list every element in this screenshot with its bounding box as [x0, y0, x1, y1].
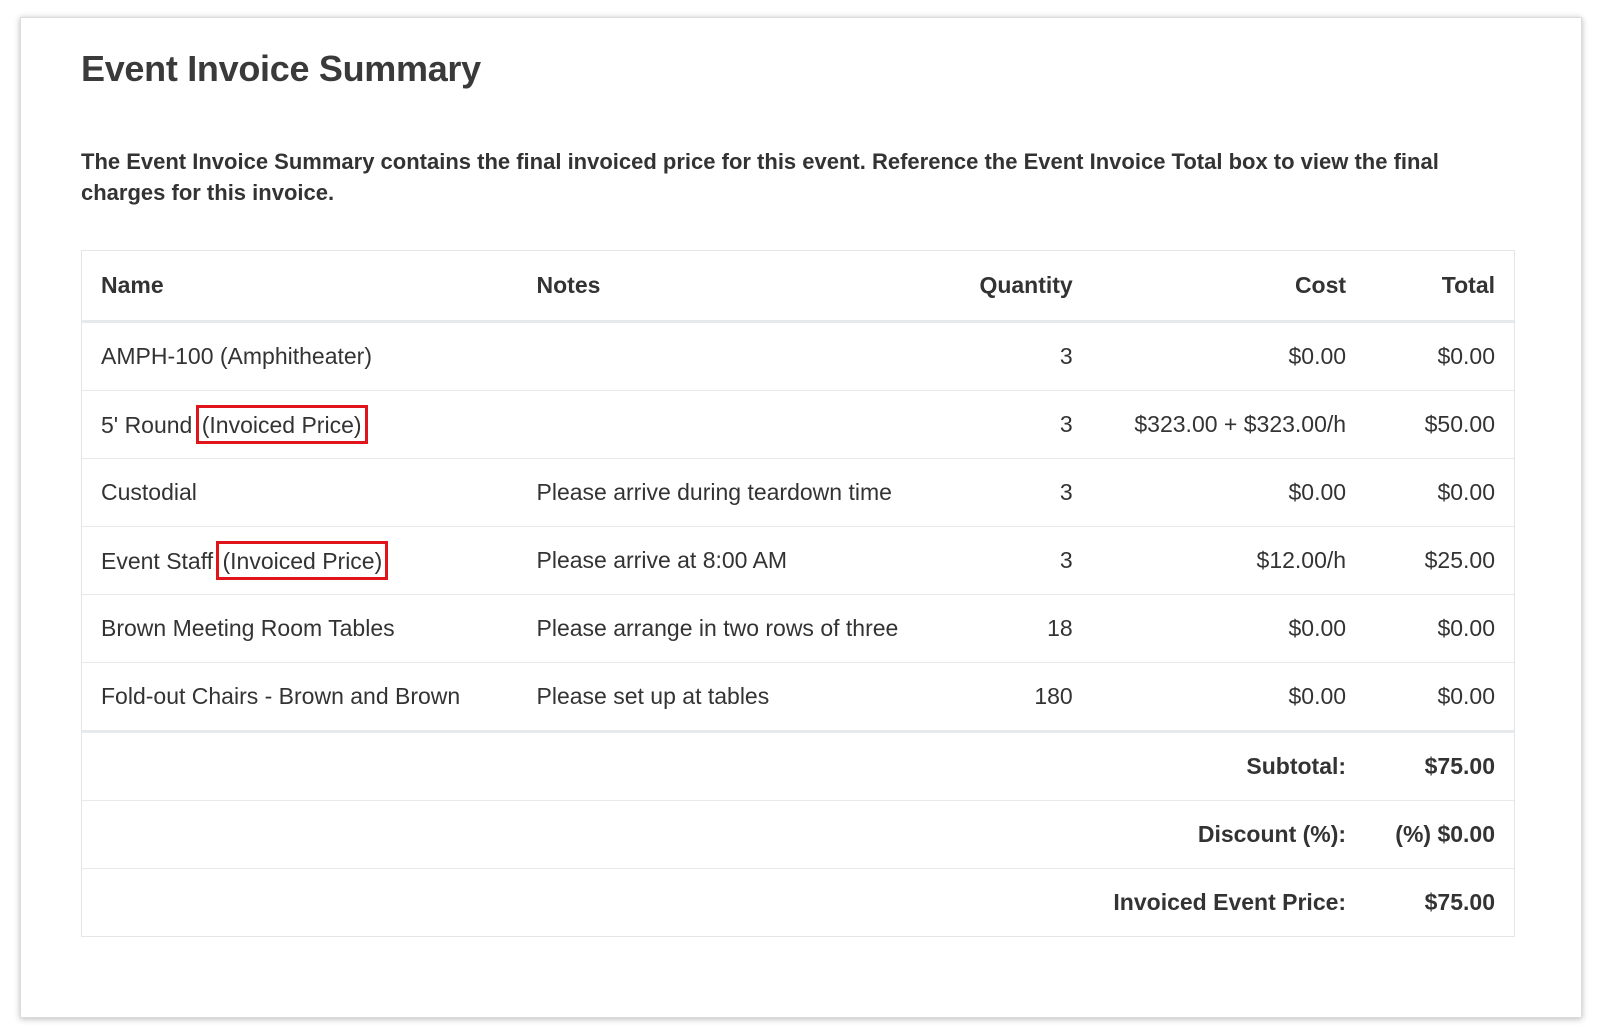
invoiced-event-price-row: Invoiced Event Price: $75.00: [82, 869, 1514, 937]
discount-row: Discount (%): (%) $0.00: [82, 800, 1514, 869]
item-name-cell: Brown Meeting Room Tables: [82, 594, 518, 663]
item-quantity: 180: [929, 662, 1092, 733]
subtotal-value: $75.00: [1365, 731, 1514, 801]
item-name-cell: 5' Round (Invoiced Price): [82, 390, 518, 459]
item-total: $0.00: [1365, 458, 1514, 527]
item-total: $50.00: [1365, 390, 1514, 459]
item-quantity: 3: [929, 321, 1092, 391]
invoiced-price-highlight: (Invoiced Price): [216, 541, 389, 580]
item-cost: $0.00: [1091, 594, 1366, 663]
item-quantity: 3: [929, 526, 1092, 595]
item-quantity: 3: [929, 458, 1092, 527]
item-name-cell: Event Staff (Invoiced Price): [82, 526, 518, 595]
item-notes: [517, 390, 930, 459]
item-total: $25.00: [1365, 526, 1514, 595]
header-quantity: Quantity: [929, 251, 1092, 323]
header-notes: Notes: [517, 251, 930, 323]
page-title: Event Invoice Summary: [81, 48, 481, 89]
invoiced-event-price-label: Invoiced Event Price:: [1113, 889, 1347, 915]
item-quantity: 18: [929, 594, 1092, 663]
item-total: $0.00: [1365, 594, 1514, 663]
invoice-table-container: Name Notes Quantity Cost Total AMPH-100 …: [81, 250, 1515, 937]
table-row: 5' Round (Invoiced Price) 3 $323.00 + $3…: [82, 390, 1514, 459]
header-cost: Cost: [1091, 251, 1366, 323]
item-cost: $0.00: [1091, 458, 1366, 527]
item-name: Custodial: [101, 479, 197, 505]
item-total: $0.00: [1365, 321, 1514, 391]
invoice-summary-card: Event Invoice Summary The Event Invoice …: [20, 17, 1582, 1018]
invoice-table: Name Notes Quantity Cost Total AMPH-100 …: [82, 251, 1514, 936]
subtotal-label: Subtotal:: [82, 731, 1366, 801]
invoiced-event-price-value: $75.00: [1424, 889, 1495, 915]
item-quantity: 3: [929, 390, 1092, 459]
header-total: Total: [1365, 251, 1514, 323]
item-name-cell: AMPH-100 (Amphitheater): [82, 321, 518, 391]
header-name: Name: [82, 251, 518, 323]
table-row: AMPH-100 (Amphitheater) 3 $0.00 $0.00: [82, 321, 1514, 391]
item-cost: $323.00 + $323.00/h: [1091, 390, 1366, 459]
item-notes: Please arrive during teardown time: [517, 458, 930, 527]
item-notes: Please arrive at 8:00 AM: [517, 526, 930, 595]
item-cost: $0.00: [1091, 662, 1366, 733]
table-row: Fold-out Chairs - Brown and Brown Please…: [82, 662, 1514, 733]
item-name-cell: Fold-out Chairs - Brown and Brown: [82, 662, 518, 733]
discount-label: Discount (%):: [82, 800, 1366, 869]
item-name: Fold-out Chairs - Brown and Brown: [101, 683, 461, 709]
table-row: Custodial Please arrive during teardown …: [82, 458, 1514, 527]
table-row: Brown Meeting Room Tables Please arrange…: [82, 594, 1514, 663]
table-row: Event Staff (Invoiced Price) Please arri…: [82, 526, 1514, 595]
subtotal-row: Subtotal: $75.00: [82, 731, 1514, 801]
item-notes: [517, 321, 930, 391]
table-header-row: Name Notes Quantity Cost Total: [82, 251, 1514, 323]
item-notes: Please arrange in two rows of three: [517, 594, 930, 663]
item-name: AMPH-100 (Amphitheater): [101, 343, 372, 369]
discount-value: (%) $0.00: [1365, 800, 1514, 869]
item-total: $0.00: [1365, 662, 1514, 733]
item-name: Event Staff: [101, 548, 214, 574]
item-name-cell: Custodial: [82, 458, 518, 527]
item-notes: Please set up at tables: [517, 662, 930, 733]
item-name: Brown Meeting Room Tables: [101, 615, 395, 641]
item-name: 5' Round: [101, 412, 193, 438]
item-cost: $0.00: [1091, 321, 1366, 391]
item-cost: $12.00/h: [1091, 526, 1366, 595]
page-description: The Event Invoice Summary contains the f…: [81, 149, 1439, 205]
invoiced-price-highlight: (Invoiced Price): [195, 405, 368, 444]
